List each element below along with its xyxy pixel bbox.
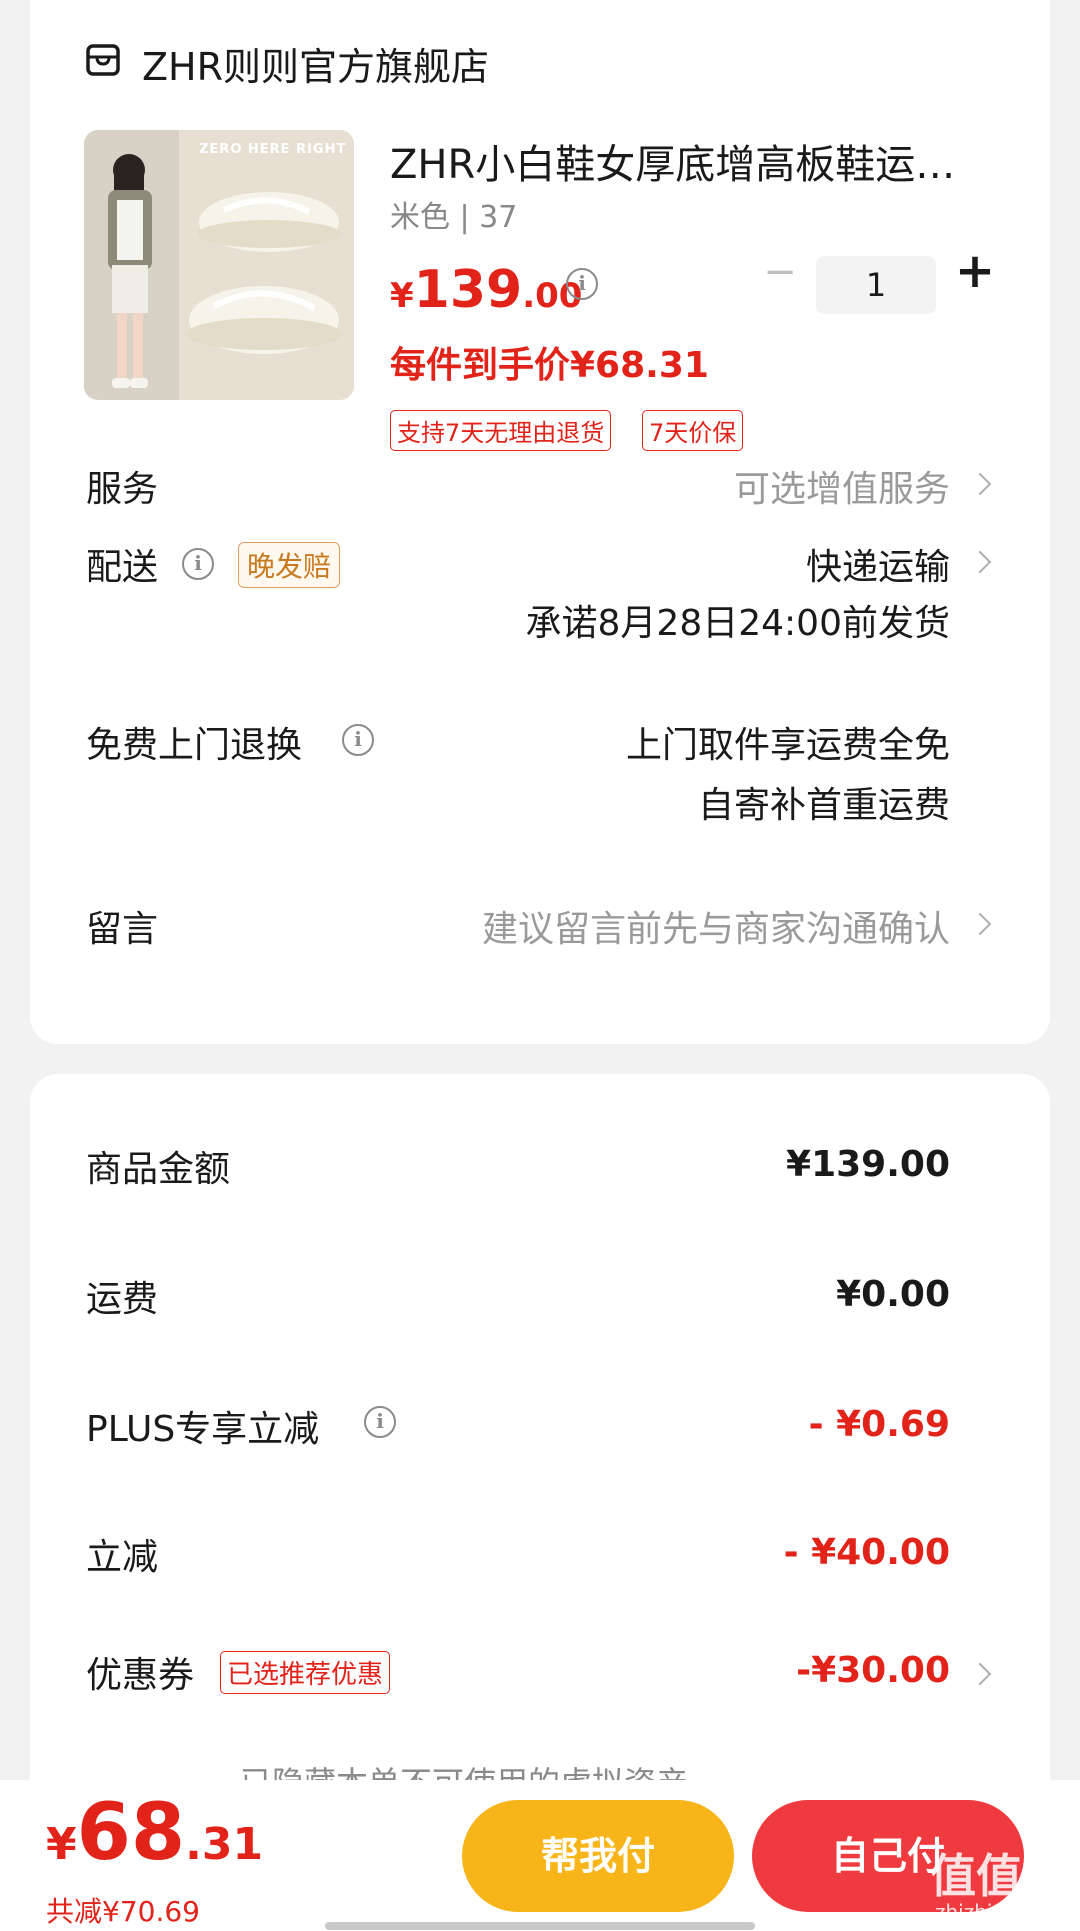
delivery-info-icon[interactable]: i	[182, 548, 214, 580]
plus-discount-label: PLUS专享立减	[86, 1409, 320, 1450]
total-price-symbol: ¥	[46, 1819, 77, 1870]
price-info-icon[interactable]: i	[566, 268, 598, 300]
coupon-recommended-badge: 已选推荐优惠	[220, 1651, 391, 1694]
plus-discount-info-icon[interactable]: i	[364, 1406, 396, 1438]
total-price: ¥68.31	[46, 1788, 263, 1878]
free-return-pickup: 上门取件享运费全免	[625, 725, 950, 766]
help-me-pay-button[interactable]: 帮我付	[462, 1800, 734, 1912]
total-price-integer: 68	[76, 1788, 186, 1878]
coupon-chevron-icon[interactable]	[968, 1662, 992, 1686]
quantity-decrease-button[interactable]: −	[760, 252, 800, 296]
delivery-promise: 承诺8月28日24:00前发货	[525, 603, 950, 644]
message-label: 留言	[86, 909, 159, 950]
shipping-fee-value: ¥0.00	[836, 1274, 950, 1315]
service-value[interactable]: 可选增值服务	[734, 460, 950, 512]
price-symbol: ¥	[390, 276, 414, 316]
product-sku[interactable]: 米色 | 37	[390, 192, 517, 236]
return-policy-badge: 支持7天无理由退货	[390, 410, 612, 451]
quantity-input[interactable]: 1	[816, 256, 936, 314]
quantity-increase-button[interactable]: +	[952, 246, 998, 296]
store-name[interactable]: ZHR则则官方旗舰店	[142, 36, 489, 91]
product-image[interactable]: ZERO HERE RIGHT	[84, 130, 354, 400]
message-chevron-icon[interactable]	[968, 912, 992, 936]
store-icon	[86, 44, 120, 76]
instant-discount-value: - ¥40.00	[783, 1532, 950, 1573]
goods-amount-value: ¥139.00	[786, 1144, 950, 1185]
product-photo	[84, 130, 354, 400]
instant-discount-label: 立减	[86, 1537, 159, 1578]
goods-amount-label: 商品金额	[86, 1149, 231, 1190]
delivery-chevron-icon[interactable]	[968, 550, 992, 574]
product-image-text: ZERO HERE RIGHT	[199, 142, 347, 157]
shipping-fee-label: 运费	[86, 1279, 159, 1320]
home-indicator[interactable]	[325, 1922, 755, 1930]
total-saved[interactable]: 共减¥70.69	[46, 1890, 200, 1930]
product-price: ¥139.00	[390, 260, 582, 320]
free-return-label: 免费上门退换	[86, 725, 303, 766]
order-item-card: ZHR则则官方旗舰店 ZERO HERE RIGHT ZHR小白鞋女厚底增高板鞋…	[30, 0, 1050, 1044]
price-protection-badge: 7天价保	[642, 410, 744, 451]
message-input[interactable]: 建议留言前先与商家沟通确认	[482, 900, 950, 952]
price-integer: 139	[413, 260, 523, 320]
total-price-decimal: .31	[185, 1819, 264, 1870]
product-title[interactable]: ZHR小白鞋女厚底增高板鞋运动…	[390, 132, 990, 190]
delivery-label: 配送	[86, 547, 159, 588]
checkout-bar: ¥68.31 共减¥70.69 帮我付 自己付	[0, 1780, 1080, 1931]
plus-discount-value: - ¥0.69	[808, 1404, 950, 1445]
late-delivery-badge: 晚发赔	[238, 542, 341, 588]
service-label: 服务	[86, 469, 159, 510]
service-chevron-icon[interactable]	[968, 472, 992, 496]
watermark-logo: 值值值	[930, 1849, 1068, 1903]
free-return-self-ship: 自寄补首重运费	[697, 785, 950, 826]
coupon-value[interactable]: -¥30.00	[796, 1650, 950, 1691]
coupon-label: 优惠券	[86, 1655, 195, 1696]
watermark-url: zhizhizhi.com	[935, 1900, 1071, 1924]
delivery-method[interactable]: 快递运输	[806, 538, 950, 590]
free-return-info-icon[interactable]: i	[342, 724, 374, 756]
price-per-item: 每件到手价¥68.31	[390, 345, 709, 386]
